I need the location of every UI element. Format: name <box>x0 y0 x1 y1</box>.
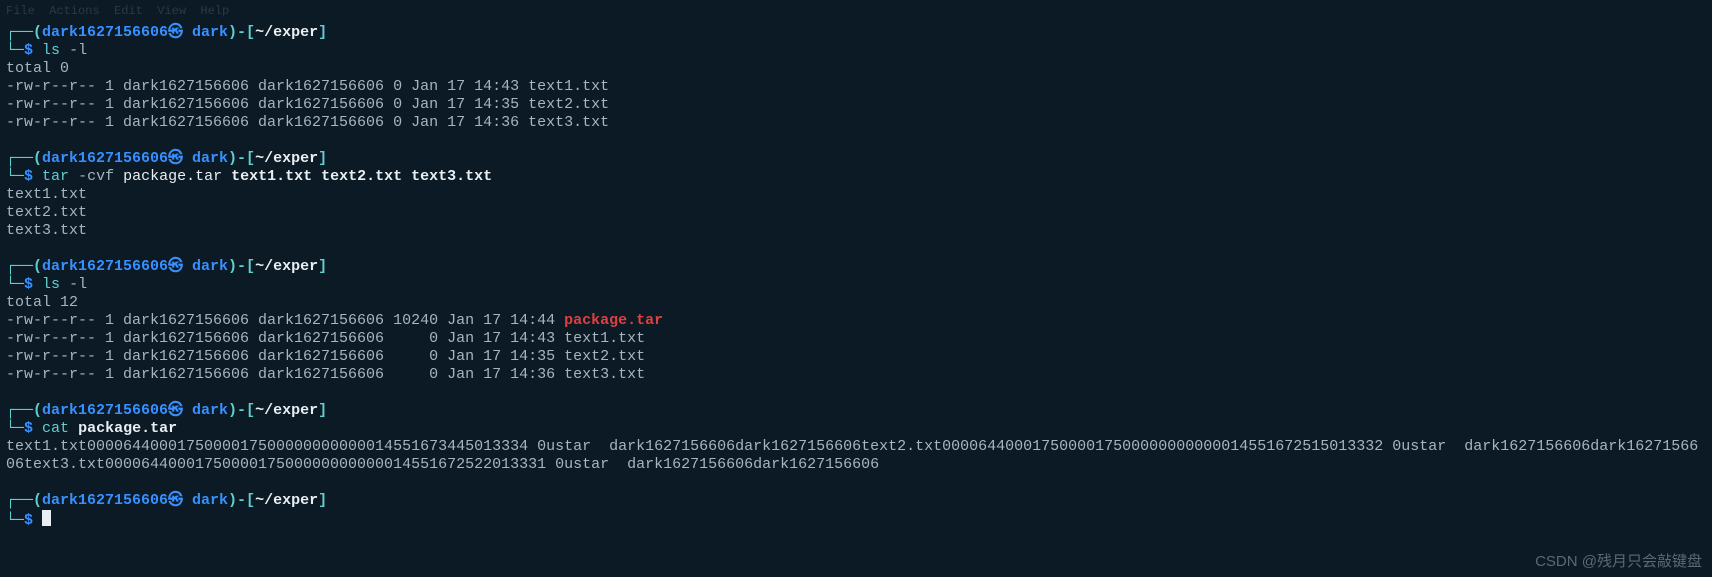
prompt-line-top: ┌──(dark1627156606㉿ dark)-[~/exper] <box>6 258 1706 276</box>
blank-line <box>6 240 1706 258</box>
output-line: -rw-r--r-- 1 dark1627156606 dark16271566… <box>6 114 1706 132</box>
prompt-line-top: ┌──(dark1627156606㉿ dark)-[~/exper] <box>6 492 1706 510</box>
output-line: -rw-r--r-- 1 dark1627156606 dark16271566… <box>6 348 1706 366</box>
prompt-line-cmd[interactable]: └─$ ls -l <box>6 276 1706 294</box>
output-line: -rw-r--r-- 1 dark1627156606 dark16271566… <box>6 366 1706 384</box>
prompt-line-top: ┌──(dark1627156606㉿ dark)-[~/exper] <box>6 150 1706 168</box>
output-line: text3.txt <box>6 222 1706 240</box>
output-line: -rw-r--r-- 1 dark1627156606 dark16271566… <box>6 78 1706 96</box>
prompt-line-cmd[interactable]: └─$ <box>6 510 1706 530</box>
output-line: -rw-r--r-- 1 dark1627156606 dark16271566… <box>6 312 1706 330</box>
prompt-line-top: ┌──(dark1627156606㉿ dark)-[~/exper] <box>6 402 1706 420</box>
prompt-line-cmd[interactable]: └─$ ls -l <box>6 42 1706 60</box>
output-line: -rw-r--r-- 1 dark1627156606 dark16271566… <box>6 96 1706 114</box>
output-line: total 12 <box>6 294 1706 312</box>
prompt-line-cmd[interactable]: └─$ cat package.tar <box>6 420 1706 438</box>
watermark: CSDN @残月只会敲键盘 <box>1535 553 1702 571</box>
blank-line <box>6 132 1706 150</box>
output-line: total 0 <box>6 60 1706 78</box>
output-wrap: text1.txt0000644000175000017500000000000… <box>6 438 1706 474</box>
menubar: File Actions Edit View Help <box>0 0 1712 20</box>
output-line: text1.txt <box>6 186 1706 204</box>
blank-line <box>6 474 1706 492</box>
blank-line <box>6 384 1706 402</box>
output-line: -rw-r--r-- 1 dark1627156606 dark16271566… <box>6 330 1706 348</box>
terminal-output[interactable]: ┌──(dark1627156606㉿ dark)-[~/exper]└─$ l… <box>0 20 1712 534</box>
prompt-line-cmd[interactable]: └─$ tar -cvf package.tar text1.txt text2… <box>6 168 1706 186</box>
output-line: text2.txt <box>6 204 1706 222</box>
prompt-line-top: ┌──(dark1627156606㉿ dark)-[~/exper] <box>6 24 1706 42</box>
cursor <box>42 510 51 526</box>
